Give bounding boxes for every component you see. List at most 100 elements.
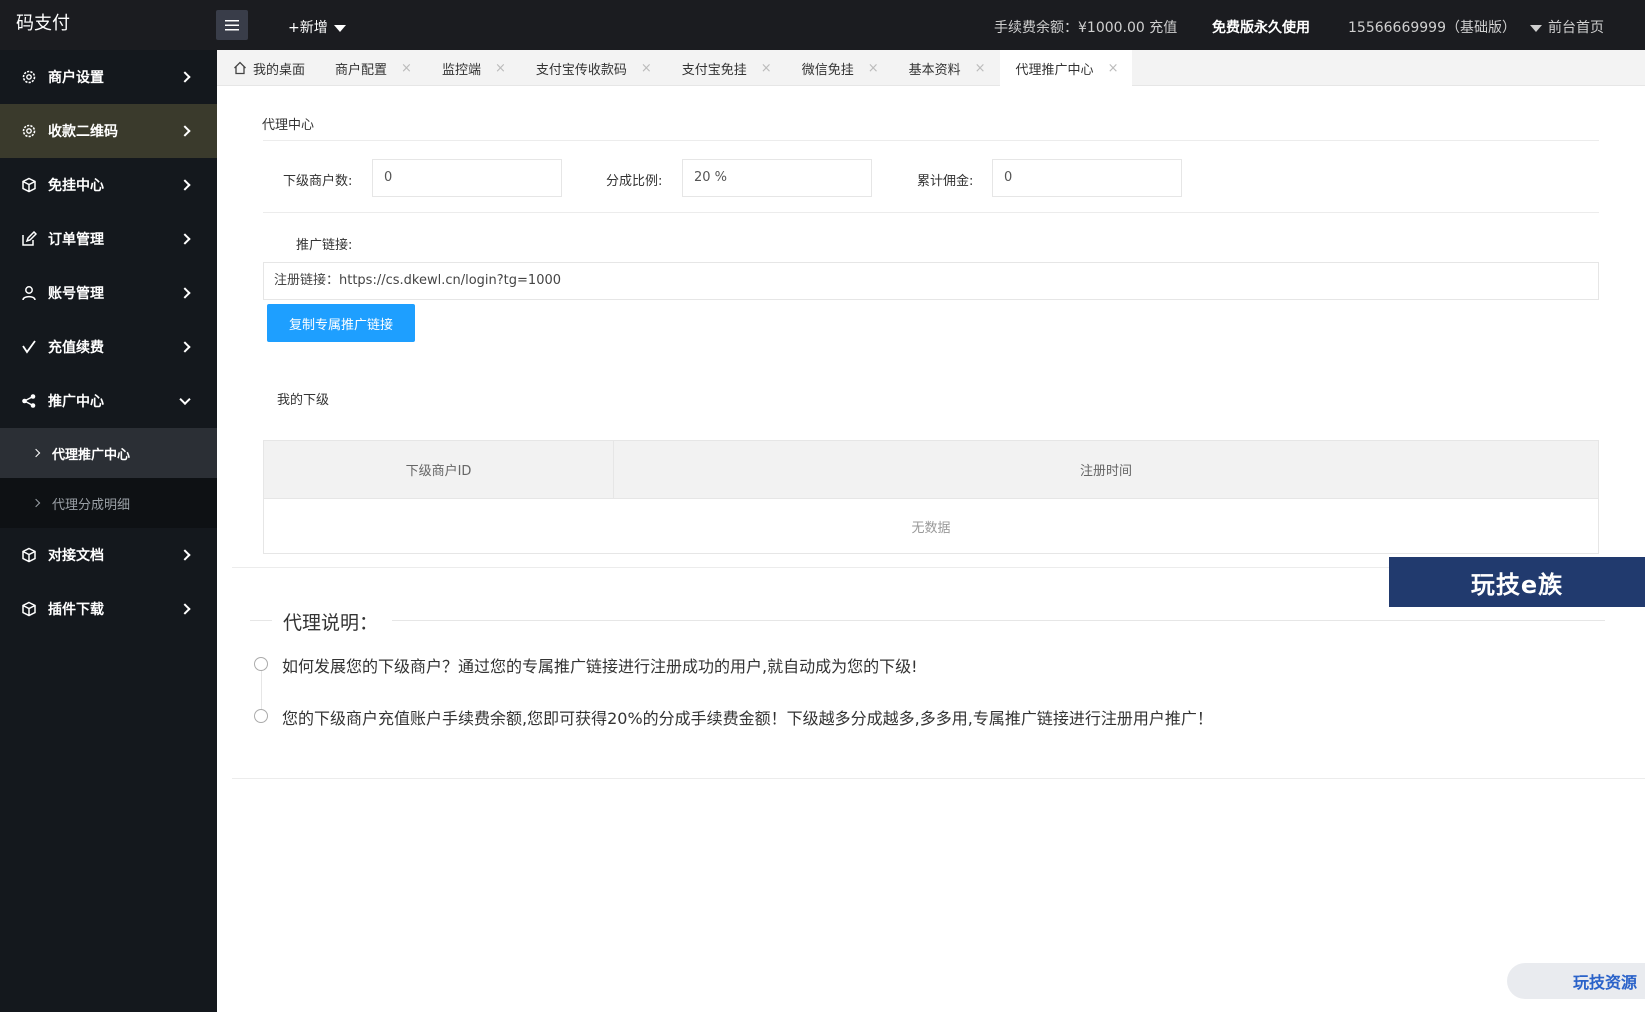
subordinates-title: 我的下级 — [277, 393, 330, 408]
divider — [263, 212, 1599, 213]
chevron-right-icon — [179, 71, 191, 83]
tab-label: 代理推广中心 — [1015, 62, 1094, 78]
ratio-label: 分成比例: — [606, 174, 663, 189]
sidebar-subitem-label: 代理分成明细 — [52, 497, 131, 513]
sidebar-item-plugins[interactable]: 插件下载 — [0, 582, 217, 636]
sidebar-subitem-agent-commission[interactable]: 代理分成明细 — [0, 478, 217, 528]
sidebar-item-label: 商户设置 — [48, 70, 104, 86]
close-icon[interactable]: × — [495, 61, 506, 76]
chevron-right-icon — [179, 125, 191, 137]
divider — [232, 778, 1645, 779]
app-logo[interactable]: 码支付 — [16, 0, 70, 50]
tab-desktop[interactable]: 我的桌面 — [217, 50, 319, 86]
chevron-right-icon — [179, 233, 191, 245]
menu-toggle-button[interactable] — [216, 10, 248, 40]
sidebar-subitem-agent-promotion[interactable]: 代理推广中心 — [0, 428, 217, 478]
cube-icon — [20, 600, 38, 618]
add-new-label: +新增 — [288, 20, 328, 36]
commission-input[interactable]: 0 — [992, 159, 1182, 197]
close-icon[interactable]: × — [1108, 61, 1119, 76]
chevron-right-icon — [31, 448, 41, 458]
column-header-merchant-id[interactable]: 下级商户ID — [264, 441, 614, 498]
sidebar-item-orders[interactable]: 订单管理 — [0, 212, 217, 266]
sidebar-item-label: 订单管理 — [48, 232, 104, 248]
tab-label: 商户配置 — [335, 62, 388, 78]
tab-label: 基本资料 — [908, 62, 961, 78]
sub-merchants-input[interactable]: 0 — [372, 159, 562, 197]
gear-icon — [20, 68, 38, 86]
sidebar-item-docs[interactable]: 对接文档 — [0, 528, 217, 582]
tab-label: 支付宝免挂 — [681, 62, 747, 78]
check-icon — [20, 338, 38, 356]
watermark-badge: 玩技资源 — [1507, 963, 1645, 999]
sidebar-item-merchant-settings[interactable]: 商户设置 — [0, 50, 217, 104]
close-icon[interactable]: × — [401, 61, 412, 76]
frontend-home-link[interactable]: 前台首页 — [1548, 0, 1604, 56]
notes-title: 代理说明： — [283, 612, 379, 634]
free-version-label: 免费版永久使用 — [1212, 20, 1310, 36]
column-header-register-time[interactable]: 注册时间 — [614, 441, 1598, 498]
account-label: 15566669999（基础版） — [1348, 20, 1516, 36]
tab-basic-info[interactable]: 基本资料 × — [893, 50, 1000, 86]
tab-alipay-upload-qrcode[interactable]: 支付宝传收款码 × — [520, 50, 666, 86]
user-icon — [20, 284, 38, 302]
copy-promo-link-button[interactable]: 复制专属推广链接 — [267, 304, 415, 342]
sidebar-item-recharge[interactable]: 充值续费 — [0, 320, 217, 374]
caret-down-icon — [333, 24, 346, 32]
note-item: 如何发展您的下级商户？通过您的专属推广链接进行注册成功的用户,就自动成为您的下级… — [282, 657, 918, 676]
subordinates-table: 下级商户ID 注册时间 无数据 — [263, 440, 1599, 554]
chevron-right-icon — [179, 179, 191, 191]
divider — [263, 140, 1599, 141]
chevron-right-icon — [31, 498, 41, 508]
top-navbar: 码支付 +新增 手续费余额：¥1000.00 充值 免费版永久使用 155666… — [0, 0, 1645, 50]
note-item: 您的下级商户充值账户手续费余额,您即可获得20%的分成手续费金额！下级越多分成越… — [282, 709, 1213, 728]
hamburger-icon — [225, 19, 239, 30]
gear-icon — [20, 122, 38, 140]
tab-label: 支付宝传收款码 — [535, 62, 627, 78]
close-icon[interactable]: × — [868, 61, 879, 76]
timeline-dot-icon — [254, 657, 268, 671]
sidebar-subitem-label: 代理推广中心 — [52, 447, 131, 463]
chevron-down-icon — [179, 393, 191, 406]
sidebar-item-promotion[interactable]: 推广中心 — [0, 374, 217, 428]
commission-label: 累计佣金: — [917, 174, 974, 189]
tab-bar: 我的桌面 商户配置 × 监控端 × 支付宝传收款码 × 支付宝免挂 × 微信免挂… — [217, 50, 1645, 86]
sidebar-item-label: 收款二维码 — [48, 124, 118, 140]
timeline-dot-icon — [254, 709, 268, 723]
tab-merchant-config[interactable]: 商户配置 × — [319, 50, 426, 86]
divider — [250, 620, 272, 621]
share-icon — [20, 392, 38, 410]
sidebar-item-account[interactable]: 账号管理 — [0, 266, 217, 320]
account-menu[interactable]: 15566669999（基础版） — [1348, 0, 1542, 56]
sidebar-item-label: 账号管理 — [48, 286, 104, 302]
section-title: 代理中心 — [262, 118, 315, 133]
main-content: 代理中心 下级商户数: 0 分成比例: 20 % 累计佣金: 0 推广链接: 注… — [217, 86, 1645, 1012]
tab-label: 我的桌面 — [253, 62, 306, 78]
tab-agent-promotion[interactable]: 代理推广中心 × — [999, 50, 1133, 86]
home-icon — [233, 61, 247, 75]
tab-wechat-free-hang[interactable]: 微信免挂 × — [786, 50, 893, 86]
chevron-right-icon — [179, 341, 191, 353]
sidebar-item-free-hang[interactable]: 免挂中心 — [0, 158, 217, 212]
add-new-menu[interactable]: +新增 — [288, 0, 346, 56]
promo-link-label: 推广链接: — [296, 238, 353, 253]
tab-alipay-free-hang[interactable]: 支付宝免挂 × — [666, 50, 786, 86]
chevron-right-icon — [179, 287, 191, 299]
balance-recharge-link[interactable]: 手续费余额：¥1000.00 充值 — [994, 0, 1177, 56]
sidebar-item-label: 充值续费 — [48, 340, 104, 356]
edit-icon — [20, 230, 38, 248]
promo-link-input[interactable]: 注册链接：https://cs.dkewl.cn/login?tg=1000 — [263, 262, 1599, 300]
close-icon[interactable]: × — [761, 61, 772, 76]
tab-label: 监控端 — [441, 62, 481, 78]
cube-icon — [20, 546, 38, 564]
tab-monitor[interactable]: 监控端 × — [426, 50, 520, 86]
chevron-right-icon — [179, 549, 191, 561]
sidebar-item-label: 免挂中心 — [48, 178, 104, 194]
sidebar-item-qrcode[interactable]: 收款二维码 — [0, 104, 217, 158]
ratio-input[interactable]: 20 % — [682, 159, 872, 197]
close-icon[interactable]: × — [975, 61, 986, 76]
table-empty-message: 无数据 — [911, 520, 951, 536]
chevron-right-icon — [179, 603, 191, 615]
close-icon[interactable]: × — [641, 61, 652, 76]
sub-merchants-label: 下级商户数: — [283, 174, 353, 189]
